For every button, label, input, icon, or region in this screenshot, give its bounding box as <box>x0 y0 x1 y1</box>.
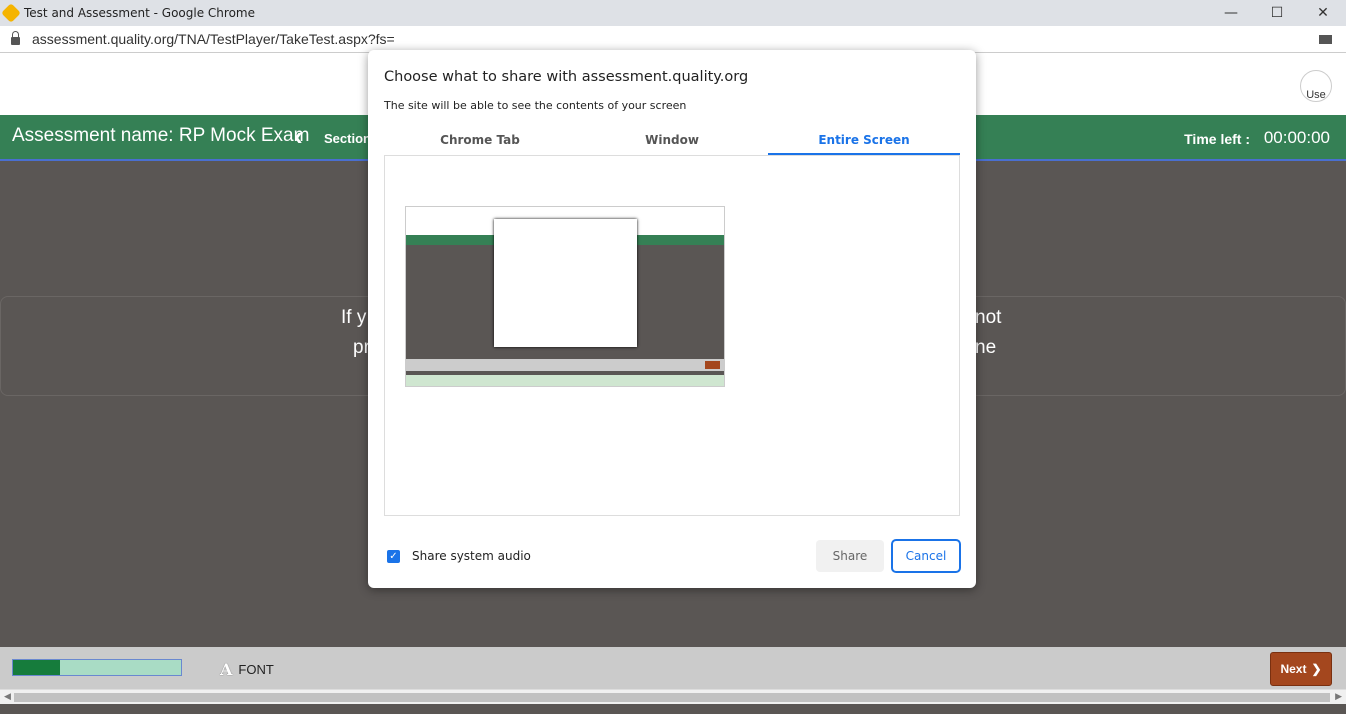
app-logo-icon <box>1 3 21 23</box>
browser-titlebar: Test and Assessment - Google Chrome — ☐ … <box>0 0 1346 26</box>
lock-icon[interactable] <box>11 31 20 45</box>
chevron-left-icon[interactable]: ‹ <box>294 121 303 152</box>
share-tabs: Chrome Tab Window Entire Screen <box>384 128 960 156</box>
minimize-button[interactable]: — <box>1208 0 1254 26</box>
dialog-title: Choose what to share with assessment.qua… <box>384 69 749 85</box>
font-icon: A <box>220 660 233 679</box>
tab-chrome-tab[interactable]: Chrome Tab <box>384 128 576 155</box>
time-left-value: 00:00:00 <box>1263 128 1330 147</box>
time-left-label: Time left : <box>1184 131 1250 147</box>
scroll-left-icon[interactable]: ◀ <box>4 691 11 702</box>
next-label: Next <box>1280 662 1307 676</box>
dialog-subtitle: The site will be able to see the content… <box>384 99 687 112</box>
maximize-button[interactable]: ☐ <box>1254 0 1300 26</box>
window-title: Test and Assessment - Google Chrome <box>24 6 255 20</box>
avatar[interactable]: Use <box>1300 70 1332 102</box>
bottom-toolbar: A FONT Next ❯ <box>0 647 1346 689</box>
question-text: not <box>975 307 1002 328</box>
font-label: FONT <box>238 662 274 677</box>
question-text: If y <box>341 307 367 328</box>
section-label: Section <box>324 131 371 146</box>
camera-icon[interactable] <box>1319 35 1332 44</box>
scroll-right-icon[interactable]: ▶ <box>1335 691 1342 702</box>
cancel-button[interactable]: Cancel <box>891 539 961 573</box>
tab-window[interactable]: Window <box>576 128 768 155</box>
chevron-right-icon: ❯ <box>1311 662 1322 676</box>
progress-bar <box>12 659 182 676</box>
share-screen-dialog: Choose what to share with assessment.qua… <box>368 50 976 588</box>
question-text: ne <box>975 337 997 358</box>
url-text[interactable]: assessment.quality.org/TNA/TestPlayer/Ta… <box>32 31 395 47</box>
next-button[interactable]: Next ❯ <box>1270 652 1332 686</box>
close-button[interactable]: ✕ <box>1300 0 1346 26</box>
address-bar[interactable]: assessment.quality.org/TNA/TestPlayer/Ta… <box>0 26 1346 53</box>
scrollbar-thumb[interactable] <box>14 693 1330 702</box>
screen-thumbnail[interactable] <box>405 206 725 387</box>
assessment-name: Assessment name: RP Mock Exam <box>12 125 310 146</box>
share-audio-checkbox[interactable]: ✓ <box>387 550 400 563</box>
share-button[interactable]: Share <box>816 540 884 572</box>
screen-list <box>384 156 960 516</box>
horizontal-scrollbar[interactable]: ◀ ▶ <box>0 689 1346 704</box>
font-button[interactable]: A FONT <box>220 660 274 679</box>
progress-fill <box>13 660 61 675</box>
share-audio-label[interactable]: Share system audio <box>412 549 531 563</box>
tab-entire-screen[interactable]: Entire Screen <box>768 128 960 155</box>
